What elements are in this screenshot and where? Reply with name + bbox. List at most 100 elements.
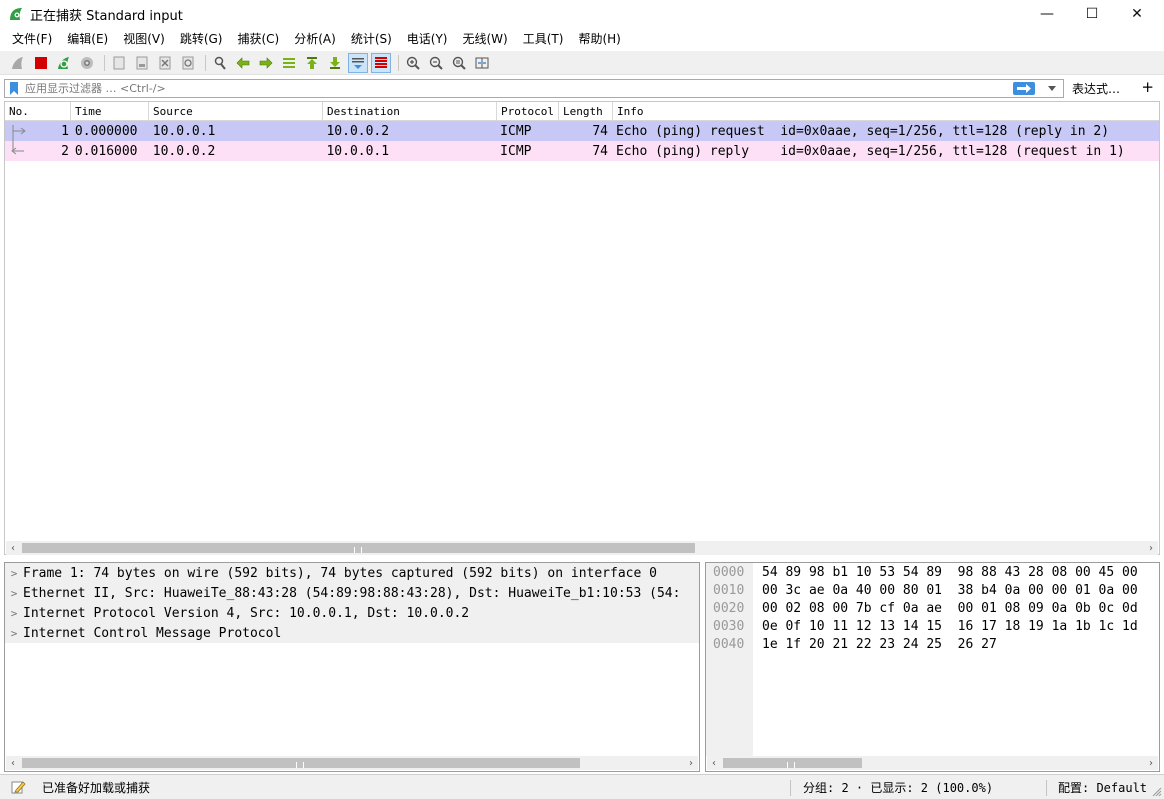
last-packet-icon bbox=[330, 56, 340, 69]
hex-line[interactable]: 0e 0f 10 11 12 13 14 15 16 17 18 19 1a 1… bbox=[762, 618, 1138, 636]
first-packet-icon bbox=[307, 56, 317, 69]
menu-bar: 文件(F) 编辑(E) 视图(V) 跳转(G) 捕获(C) 分析(A) 统计(S… bbox=[0, 28, 1164, 50]
capture-options-button[interactable] bbox=[77, 53, 97, 73]
colorize-icon bbox=[375, 56, 387, 68]
menu-go[interactable]: 跳转(G) bbox=[174, 29, 229, 49]
menu-capture[interactable]: 捕获(C) bbox=[231, 29, 285, 49]
apply-filter-button[interactable] bbox=[1013, 81, 1035, 95]
scroll-left-icon[interactable]: ‹ bbox=[6, 541, 20, 555]
hex-line[interactable]: 00 3c ae 0a 40 00 80 01 38 b4 0a 00 00 0… bbox=[762, 582, 1138, 600]
menu-analyze[interactable]: 分析(A) bbox=[288, 29, 342, 49]
scroll-right-icon[interactable]: › bbox=[684, 756, 698, 770]
status-profile[interactable]: 配置: Default bbox=[1058, 779, 1147, 796]
scrollbar-thumb[interactable] bbox=[22, 543, 695, 553]
auto-scroll-button[interactable] bbox=[348, 52, 368, 73]
resize-grip-icon[interactable] bbox=[1152, 787, 1162, 797]
menu-edit[interactable]: 编辑(E) bbox=[61, 29, 114, 49]
column-header-length[interactable]: Length bbox=[559, 102, 613, 121]
stop-capture-icon bbox=[35, 56, 47, 69]
last-packet-button[interactable] bbox=[325, 53, 345, 73]
hex-line[interactable]: 1e 1f 20 21 22 23 24 25 26 27 bbox=[762, 636, 1138, 654]
open-file-button[interactable] bbox=[109, 53, 129, 73]
go-to-packet-button[interactable] bbox=[279, 53, 299, 73]
display-filter-field bbox=[4, 78, 1064, 98]
normal-size-icon bbox=[452, 56, 466, 70]
maximize-button[interactable]: ☐ bbox=[1069, 0, 1115, 28]
go-forward-button[interactable] bbox=[256, 53, 276, 73]
restart-capture-button[interactable] bbox=[54, 53, 74, 73]
packet-list-hscrollbar[interactable]: ‹ › bbox=[6, 541, 1158, 555]
arrow-right-icon bbox=[1017, 83, 1031, 93]
scroll-right-icon[interactable]: › bbox=[1144, 541, 1158, 555]
window-title: 正在捕获 Standard input bbox=[30, 8, 183, 24]
details-tree-item-ethernet[interactable]: > Ethernet II, Src: HuaweiTe_88:43:28 (5… bbox=[5, 583, 699, 603]
bytes-hex-column[interactable]: 54 89 98 b1 10 53 54 89 98 88 43 28 08 0… bbox=[762, 564, 1138, 654]
colorize-button[interactable] bbox=[371, 52, 391, 73]
menu-view[interactable]: 视图(V) bbox=[117, 29, 171, 49]
grip-icon bbox=[354, 547, 362, 553]
scroll-left-icon[interactable]: ‹ bbox=[707, 756, 721, 770]
reload-file-button[interactable] bbox=[178, 53, 198, 73]
chevron-right-icon[interactable]: > bbox=[5, 583, 23, 603]
normal-size-button[interactable] bbox=[449, 53, 469, 73]
stop-capture-button[interactable] bbox=[31, 53, 51, 73]
packet-bytes-pane[interactable]: 0000 0010 0020 0030 0040 54 89 98 b1 10 … bbox=[705, 562, 1160, 772]
find-packet-button[interactable] bbox=[210, 53, 230, 73]
start-capture-button[interactable] bbox=[8, 53, 28, 73]
zoom-in-button[interactable] bbox=[403, 53, 423, 73]
column-header-time[interactable]: Time bbox=[71, 102, 149, 121]
menu-file[interactable]: 文件(F) bbox=[6, 29, 58, 49]
hex-line[interactable]: 54 89 98 b1 10 53 54 89 98 88 43 28 08 0… bbox=[762, 564, 1138, 582]
menu-statistics[interactable]: 统计(S) bbox=[345, 29, 398, 49]
menu-telephony[interactable]: 电话(Y) bbox=[401, 29, 454, 49]
menu-help[interactable]: 帮助(H) bbox=[572, 29, 626, 49]
bookmark-icon[interactable] bbox=[9, 81, 19, 95]
details-tree-item-icmp[interactable]: > Internet Control Message Protocol bbox=[5, 623, 699, 643]
hex-line[interactable]: 00 02 08 00 7b cf 0a ae 00 01 08 09 0a 0… bbox=[762, 600, 1138, 618]
scrollbar-thumb[interactable] bbox=[723, 758, 862, 768]
scroll-right-icon[interactable]: › bbox=[1144, 756, 1158, 770]
details-tree-item-frame[interactable]: > Frame 1: 74 bytes on wire (592 bits), … bbox=[5, 563, 699, 583]
go-back-button[interactable] bbox=[233, 53, 253, 73]
details-tree-item-ipv4[interactable]: > Internet Protocol Version 4, Src: 10.0… bbox=[5, 603, 699, 623]
close-button[interactable]: ✕ bbox=[1114, 0, 1160, 28]
display-filter-input[interactable] bbox=[25, 79, 1005, 97]
scroll-left-icon[interactable]: ‹ bbox=[6, 756, 20, 770]
auto-scroll-icon bbox=[352, 57, 364, 69]
bytes-hscrollbar[interactable]: ‹ › bbox=[707, 756, 1158, 770]
menu-wireless[interactable]: 无线(W) bbox=[457, 29, 514, 49]
packet-details-pane[interactable]: > Frame 1: 74 bytes on wire (592 bits), … bbox=[4, 562, 700, 772]
chevron-right-icon[interactable]: > bbox=[5, 563, 23, 583]
packet-row[interactable]: 2 0.016000 10.0.0.2 10.0.0.1 ICMP 74 Ech… bbox=[5, 141, 1159, 161]
save-file-button[interactable] bbox=[132, 53, 152, 73]
close-file-button[interactable] bbox=[155, 53, 175, 73]
resize-columns-button[interactable] bbox=[472, 53, 492, 73]
packet-list[interactable]: No. Time Source Destination Protocol Len… bbox=[4, 101, 1160, 555]
scrollbar-thumb[interactable] bbox=[22, 758, 580, 768]
save-file-icon bbox=[136, 56, 148, 69]
minimize-button[interactable]: — bbox=[1024, 0, 1070, 28]
menu-tools[interactable]: 工具(T) bbox=[517, 29, 570, 49]
byte-offset: 0020 bbox=[713, 601, 745, 616]
column-header-protocol[interactable]: Protocol bbox=[497, 102, 559, 121]
chevron-right-icon[interactable]: > bbox=[5, 623, 23, 643]
details-hscrollbar[interactable]: ‹ › bbox=[6, 756, 698, 770]
zoom-out-button[interactable] bbox=[426, 53, 446, 73]
edit-capture-comment-icon[interactable] bbox=[10, 779, 26, 795]
reload-file-icon bbox=[182, 56, 194, 69]
column-header-source[interactable]: Source bbox=[149, 102, 323, 121]
packet-row[interactable]: 1 0.000000 10.0.0.1 10.0.0.2 ICMP 74 Ech… bbox=[5, 121, 1159, 141]
column-header-destination[interactable]: Destination bbox=[323, 102, 497, 121]
restart-capture-icon bbox=[58, 56, 69, 69]
filter-history-dropdown[interactable] bbox=[1045, 81, 1059, 96]
expression-button[interactable]: 表达式… bbox=[1072, 80, 1120, 97]
chevron-down-icon bbox=[1048, 85, 1056, 91]
column-header-no[interactable]: No. bbox=[5, 102, 71, 121]
display-filter-bar: 表达式… + bbox=[4, 78, 1160, 98]
first-packet-button[interactable] bbox=[302, 53, 322, 73]
add-filter-button[interactable]: + bbox=[1141, 78, 1154, 96]
cell-time: 0.016000 bbox=[74, 143, 138, 159]
chevron-right-icon[interactable]: > bbox=[5, 603, 23, 623]
column-header-info[interactable]: Info bbox=[613, 102, 1159, 121]
zoom-in-icon bbox=[406, 56, 420, 70]
